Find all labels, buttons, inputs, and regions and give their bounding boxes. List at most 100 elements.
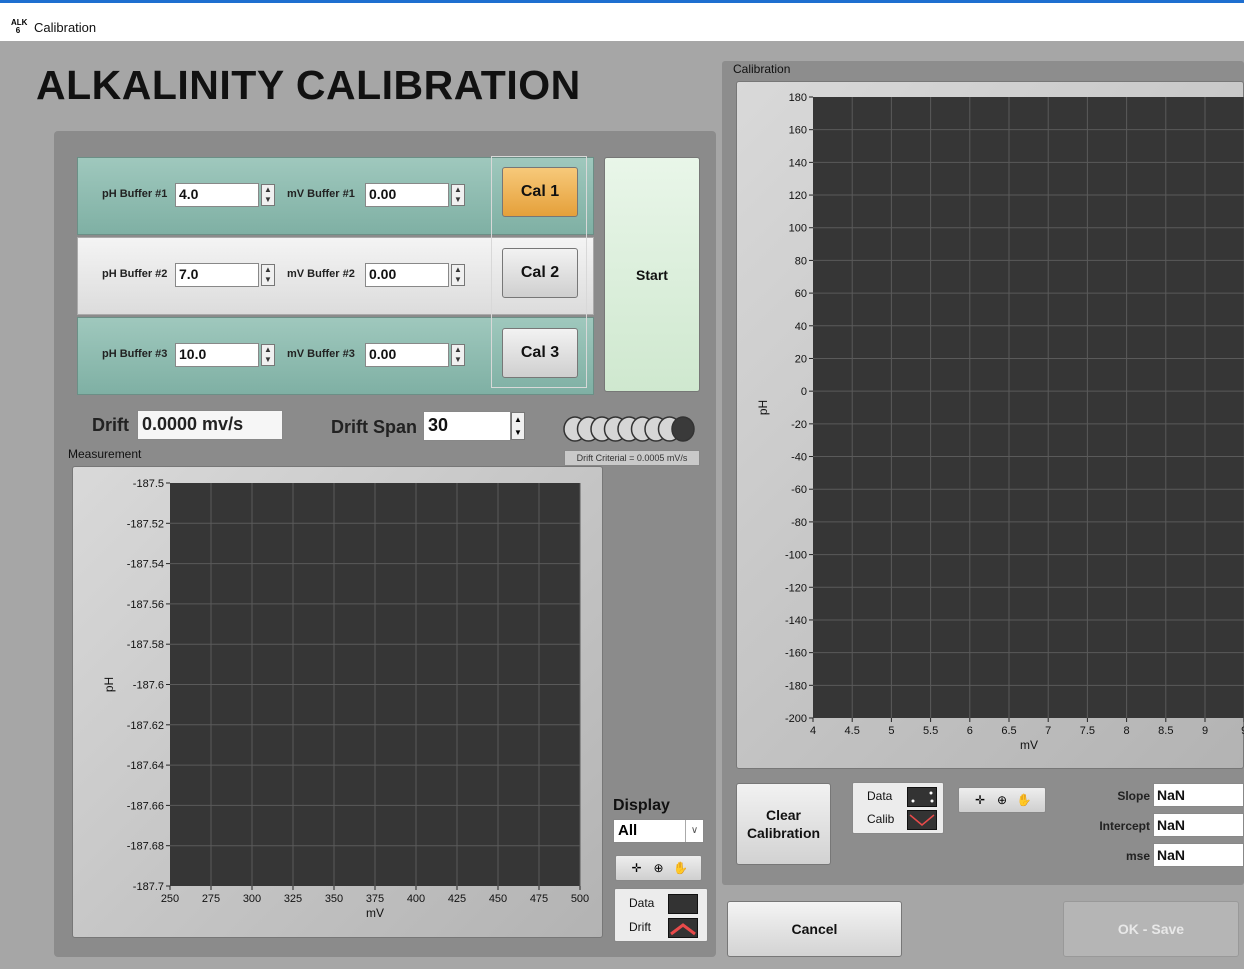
y-axis-label: pH bbox=[756, 400, 770, 415]
measurement-caption: Measurement bbox=[68, 447, 142, 461]
zoom-icon[interactable]: ⊕ bbox=[993, 791, 1011, 809]
measurement-graph[interactable]: 250 275 300 325 350 375 400 425 450 475 500 -187.5 -… bbox=[73, 467, 604, 939]
legend-drift-swatch bbox=[668, 918, 698, 938]
display-label: Display bbox=[613, 797, 670, 814]
legend-data-swatch bbox=[668, 894, 698, 914]
x-tick-label: 450 bbox=[489, 893, 507, 905]
drift-span-spinner[interactable]: ▲ ▼ bbox=[511, 412, 525, 440]
y-axis-label: pH bbox=[102, 677, 116, 692]
pan-hand-icon[interactable]: ✋ bbox=[1015, 791, 1033, 809]
ph-buffer-1-field[interactable]: 4.0 bbox=[175, 183, 259, 207]
calibration-graph[interactable]: 44.555.566.577.588.599180160140120100806… bbox=[737, 82, 1244, 770]
x-tick-label: 8.5 bbox=[1158, 725, 1173, 737]
x-tick-label: 6.5 bbox=[1001, 725, 1016, 737]
ph-buffer-3-spinner[interactable]: ▲ ▼ bbox=[261, 344, 275, 366]
measurement-graph-tools: ✛ ⊕ ✋ bbox=[615, 855, 702, 881]
y-tick-label: -40 bbox=[791, 452, 807, 464]
x-tick-label: 4 bbox=[810, 725, 816, 737]
y-tick-label: 160 bbox=[789, 125, 807, 137]
mv-buffer-1-label: mV Buffer #1 bbox=[287, 188, 355, 200]
x-tick-label: 475 bbox=[530, 893, 548, 905]
x-tick-label: 275 bbox=[202, 893, 220, 905]
drift-indicator-leds bbox=[563, 416, 695, 442]
mv-buffer-3-field[interactable]: 0.00 bbox=[365, 343, 449, 367]
x-tick-label: 325 bbox=[284, 893, 302, 905]
x-tick-label: 5.5 bbox=[923, 725, 938, 737]
calibration-graph-frame: 44.555.566.577.588.599180160140120100806… bbox=[736, 81, 1244, 769]
x-tick-label: 350 bbox=[325, 893, 343, 905]
x-tick-label: 400 bbox=[407, 893, 425, 905]
y-tick-label: -187.5 bbox=[133, 478, 164, 490]
y-tick-label: -20 bbox=[791, 419, 807, 431]
x-tick-label: 7 bbox=[1045, 725, 1051, 737]
y-tick-label: -187.58 bbox=[127, 639, 164, 651]
mv-buffer-3-label: mV Buffer #3 bbox=[287, 348, 355, 360]
y-tick-label: 140 bbox=[789, 157, 807, 169]
x-tick-label: 4.5 bbox=[845, 725, 860, 737]
intercept-value: NaN bbox=[1153, 813, 1244, 837]
ph-buffer-1-label: pH Buffer #1 bbox=[102, 188, 168, 200]
calibration-legend: Data Calib bbox=[852, 782, 944, 834]
y-tick-label: 40 bbox=[795, 321, 807, 333]
drift-value: 0.0000 mv/s bbox=[137, 410, 283, 440]
mse-value: NaN bbox=[1153, 843, 1244, 867]
y-tick-label: 0 bbox=[801, 386, 807, 398]
drift-label: Drift bbox=[92, 415, 129, 435]
display-select-value: All bbox=[618, 822, 638, 839]
ph-buffer-1-spinner[interactable]: ▲ ▼ bbox=[261, 184, 275, 206]
drift-span-label: Drift Span bbox=[331, 417, 418, 437]
y-tick-label: -187.62 bbox=[127, 720, 164, 732]
mv-buffer-3-spinner[interactable]: ▲ ▼ bbox=[451, 344, 465, 366]
y-tick-label: -80 bbox=[791, 517, 807, 529]
cal-2-button[interactable]: Cal 2 bbox=[502, 248, 578, 298]
x-tick-label: 375 bbox=[366, 893, 384, 905]
ph-buffer-2-label: pH Buffer #2 bbox=[102, 268, 168, 280]
page-title: ALKALINITY CALIBRATION bbox=[36, 62, 581, 108]
start-button[interactable]: Start bbox=[604, 157, 700, 392]
x-axis-label: mV bbox=[366, 906, 384, 920]
ph-buffer-2-spinner[interactable]: ▲ ▼ bbox=[261, 264, 275, 286]
measurement-graph-frame: 250 275 300 325 350 375 400 425 450 475 500 -187.5 -… bbox=[72, 466, 603, 938]
ok-save-button[interactable]: OK - Save bbox=[1063, 901, 1239, 957]
legend-data-label: Data bbox=[629, 896, 655, 910]
ph-buffer-3-field[interactable]: 10.0 bbox=[175, 343, 259, 367]
cancel-button[interactable]: Cancel bbox=[727, 901, 902, 957]
y-tick-label: -187.6 bbox=[133, 680, 164, 692]
x-tick-label: 7.5 bbox=[1080, 725, 1095, 737]
y-tick-label: 120 bbox=[789, 190, 807, 202]
ph-buffer-2-field[interactable]: 7.0 bbox=[175, 263, 259, 287]
mv-buffer-2-field[interactable]: 0.00 bbox=[365, 263, 449, 287]
mv-buffer-1-spinner[interactable]: ▲ ▼ bbox=[451, 184, 465, 206]
mv-buffer-2-spinner[interactable]: ▲ ▼ bbox=[451, 264, 465, 286]
crosshair-icon[interactable]: ✛ bbox=[628, 859, 646, 877]
y-tick-label: -140 bbox=[785, 615, 807, 627]
x-tick-label: 9 bbox=[1202, 725, 1208, 737]
x-axis-label: mV bbox=[1020, 738, 1038, 752]
clear-calibration-button[interactable]: Clear Calibration bbox=[736, 783, 831, 865]
cal-3-button[interactable]: Cal 3 bbox=[502, 328, 578, 378]
y-tick-label: -120 bbox=[785, 582, 807, 594]
drift-span-field[interactable]: 30 bbox=[423, 411, 511, 441]
pan-hand-icon[interactable]: ✋ bbox=[672, 859, 690, 877]
intercept-label: Intercept bbox=[1099, 819, 1150, 833]
legend-data-swatch bbox=[907, 787, 937, 807]
y-tick-label: -187.52 bbox=[127, 518, 164, 530]
chevron-down-icon[interactable]: ∨ bbox=[685, 820, 703, 842]
mv-buffer-1-field[interactable]: 0.00 bbox=[365, 183, 449, 207]
legend-calib-swatch bbox=[907, 810, 937, 830]
cal-1-button[interactable]: Cal 1 bbox=[502, 167, 578, 217]
x-tick-label: 425 bbox=[448, 893, 466, 905]
legend-data-label: Data bbox=[867, 789, 893, 803]
mv-buffer-2-label: mV Buffer #2 bbox=[287, 268, 355, 280]
zoom-icon[interactable]: ⊕ bbox=[650, 859, 668, 877]
y-tick-label: 100 bbox=[789, 223, 807, 235]
y-tick-label: 60 bbox=[795, 288, 807, 300]
y-tick-label: -187.66 bbox=[127, 800, 164, 812]
plot-area bbox=[813, 97, 1244, 718]
mse-label: mse bbox=[1125, 849, 1150, 863]
crosshair-icon[interactable]: ✛ bbox=[971, 791, 989, 809]
y-tick-label: -187.68 bbox=[127, 841, 164, 853]
display-select[interactable]: All ∨ bbox=[613, 819, 704, 843]
x-tick-label: 250 bbox=[161, 893, 179, 905]
drift-criterion-label: Drift Criterial = 0.0005 mV/s bbox=[564, 450, 700, 466]
